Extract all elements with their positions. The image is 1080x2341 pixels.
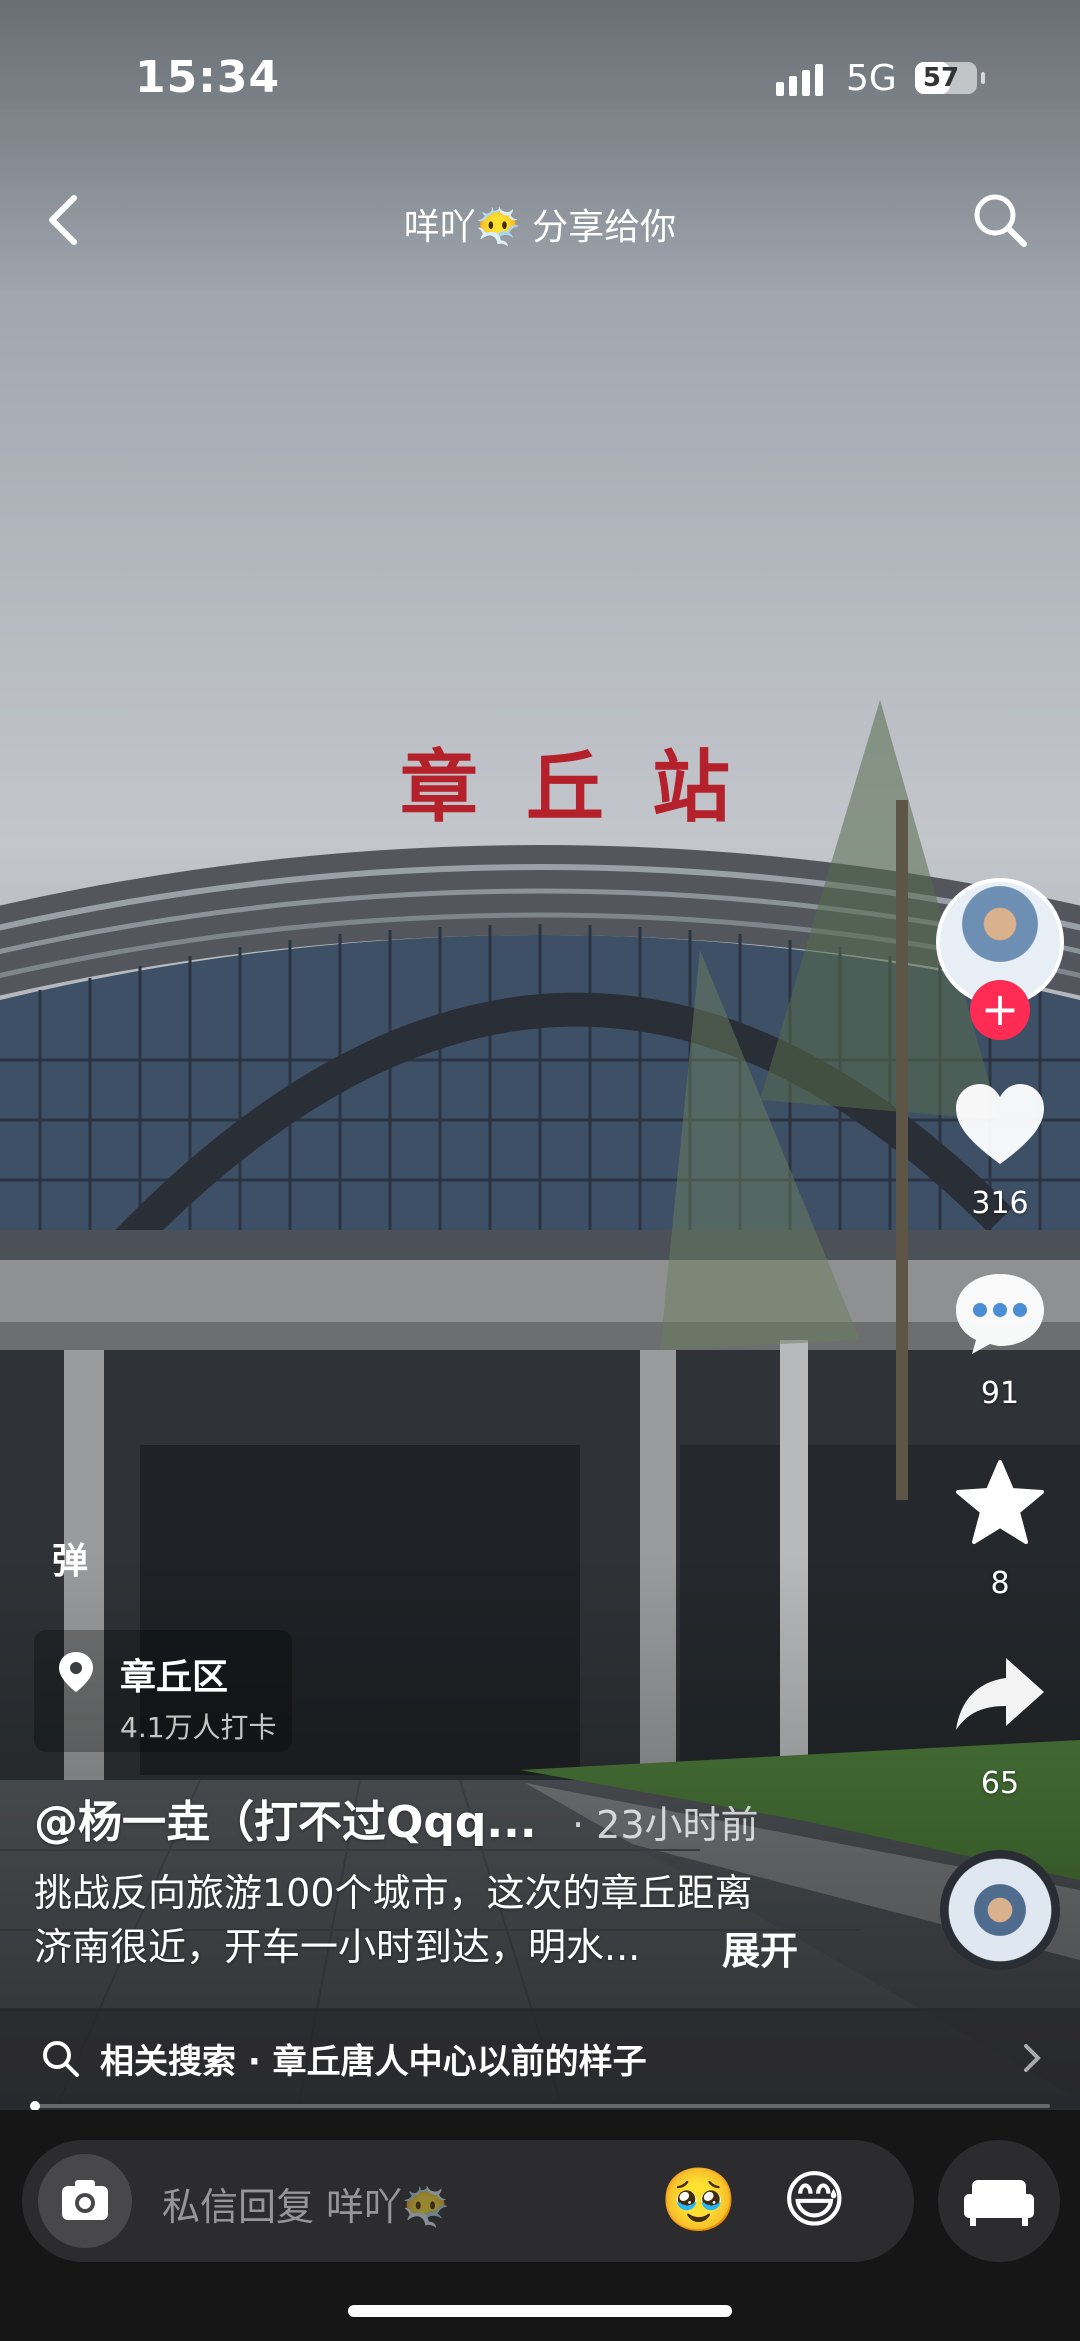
expand-button[interactable]: 展开 — [722, 1920, 798, 1975]
station-sign-text: 章丘站 — [400, 742, 779, 833]
caption-line-2: 济南很近，开车一小时到达，明水... — [34, 1925, 641, 1969]
status-bar: 15:34 5G 57 — [0, 0, 1080, 160]
video-progress-bar[interactable] — [30, 2101, 1050, 2111]
home-indicator[interactable] — [348, 2305, 732, 2317]
signal-icon — [776, 64, 828, 96]
location-checkins: 4.1万人打卡 — [120, 1711, 277, 1744]
sofa-button[interactable] — [938, 2140, 1060, 2262]
follow-button[interactable]: + — [970, 980, 1030, 1040]
status-time: 15:34 — [135, 52, 281, 103]
danmu-toggle[interactable]: 弹 — [52, 1532, 88, 1584]
search-icon[interactable] — [968, 188, 1032, 252]
network-type: 5G — [846, 58, 897, 99]
camera-icon — [62, 2180, 108, 2220]
emoji-button-2[interactable]: 😅 — [782, 2162, 847, 2238]
search-icon — [43, 2041, 79, 2077]
star-icon[interactable] — [950, 1458, 1050, 1548]
heart-icon[interactable] — [950, 1080, 1050, 1170]
location-pin-icon — [59, 1652, 93, 1692]
chevron-right-icon — [1024, 2044, 1041, 2072]
battery-icon: 57 — [915, 62, 985, 94]
post-caption: 挑战反向旅游100个城市，这次的章丘距离 济南很近，开车一小时到达，明水... — [34, 1866, 834, 1974]
related-search-bar[interactable]: 相关搜索 · 章丘唐人中心以前的样子 — [0, 2008, 1080, 2108]
share-count: 65 — [980, 1766, 1020, 1801]
favorite-count: 8 — [990, 1566, 1010, 1601]
location-tag[interactable]: 章丘区 4.1万人打卡 — [34, 1630, 292, 1752]
caption-line-1: 挑战反向旅游100个城市，这次的章丘距离 — [34, 1871, 753, 1915]
post-time: · 23小时前 — [572, 1803, 759, 1847]
comment-icon[interactable] — [950, 1268, 1050, 1358]
related-search-label: 相关搜索 · 章丘唐人中心以前的样子 — [100, 2042, 647, 2082]
like-count: 316 — [971, 1186, 1029, 1221]
comment-count: 91 — [980, 1376, 1020, 1411]
share-title: 咩吖😶‍🌫️ 分享给你 — [403, 207, 677, 248]
emoji-button-1[interactable]: 🥹 — [660, 2162, 737, 2238]
location-name: 章丘区 — [120, 1657, 229, 1698]
reply-placeholder: 私信回复 咩吖😶‍🌫️ — [162, 2185, 450, 2229]
author-name[interactable]: @杨一垚（打不过Qqq... — [34, 1786, 537, 1850]
music-disc[interactable] — [940, 1850, 1060, 1970]
camera-button[interactable] — [38, 2154, 132, 2248]
share-icon[interactable] — [950, 1650, 1050, 1740]
battery-percent: 57 — [922, 63, 960, 93]
reply-input[interactable] — [22, 2140, 914, 2262]
sofa-icon — [964, 2180, 1034, 2226]
